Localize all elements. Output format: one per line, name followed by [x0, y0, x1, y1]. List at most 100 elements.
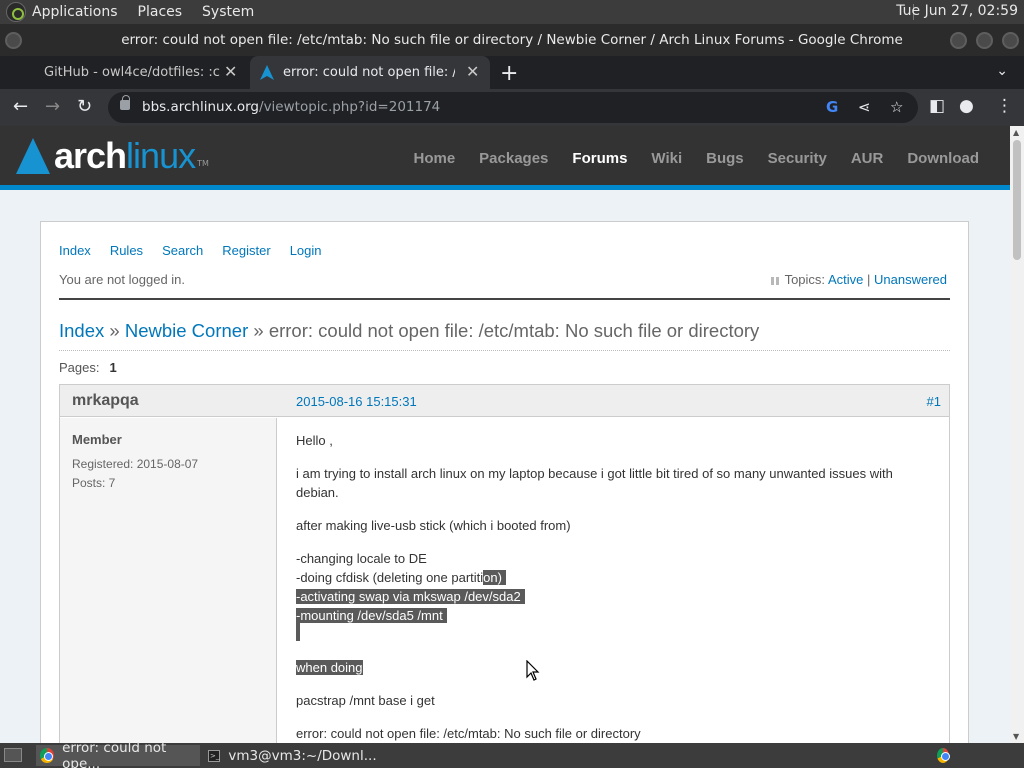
author-registered: Registered: 2015-08-07 — [72, 457, 199, 471]
post-header: mrkapqa 2015-08-16 15:15:31 #1 — [60, 385, 949, 417]
browser-toolbar: ← → ↻ bbs.archlinux.org/viewtopic.php?id… — [0, 89, 1024, 126]
author-role: Member — [72, 432, 122, 447]
mouse-cursor-icon — [526, 660, 540, 681]
reload-icon[interactable]: ↻ — [77, 96, 92, 117]
new-tab-icon[interactable]: + — [500, 61, 518, 86]
tab-label: GitHub - owl4ce/dotfiles: :che — [44, 65, 220, 80]
post-line: -doing cfdisk (deleting one partition) — [296, 568, 506, 587]
window-menu-icon[interactable] — [5, 32, 22, 49]
forum-content: Index Rules Search Register Login You ar… — [40, 221, 969, 743]
post-line: debian. — [296, 485, 339, 500]
crumb-separator: » — [109, 320, 120, 341]
author-info: Member Registered: 2015-08-07 Posts: 7 — [60, 418, 277, 743]
post-author[interactable]: mrkapqa — [72, 392, 139, 410]
taskbar-terminal-window[interactable]: >_ vm3@vm3:~/Downl... — [204, 745, 377, 766]
share-icon[interactable]: ⋖ — [858, 98, 871, 116]
terminal-icon: >_ — [208, 749, 221, 762]
selected-text: when doing — [296, 660, 363, 675]
crumb-newbie-corner[interactable]: Newbie Corner — [125, 320, 248, 341]
url-text[interactable]: bbs.archlinux.org/viewtopic.php?id=20117… — [142, 99, 440, 115]
trademark: TM — [197, 158, 209, 168]
crumb-index[interactable]: Index — [59, 320, 104, 341]
nav-security[interactable]: Security — [768, 150, 827, 167]
nav-forums[interactable]: Forums — [572, 150, 627, 167]
topics-grid-icon — [770, 276, 779, 285]
taskbar-chrome-window[interactable]: error: could not ope... — [36, 740, 200, 768]
menu-system[interactable]: System — [202, 4, 254, 20]
back-icon[interactable]: ← — [13, 96, 28, 117]
divider — [59, 298, 950, 300]
post-number-link[interactable]: #1 — [927, 394, 941, 409]
post-line: -changing locale to DE — [296, 551, 427, 566]
nav-packages[interactable]: Packages — [479, 150, 548, 167]
tray-chrome[interactable] — [937, 745, 957, 766]
profile-avatar-icon[interactable]: ● — [959, 96, 974, 116]
page-title: error: could not open file: /etc/mtab: N… — [268, 320, 760, 341]
minimize-icon[interactable] — [950, 32, 967, 49]
window-title-bar[interactable]: error: could not open file: /etc/mtab: N… — [0, 24, 1024, 56]
task-label: error: could not ope... — [62, 739, 167, 768]
forum-links: Index Rules Search Register Login — [59, 243, 341, 258]
link-unanswered[interactable]: Unanswered — [874, 272, 947, 287]
post-line — [296, 623, 300, 646]
link-index[interactable]: Index — [59, 243, 91, 258]
address-bar[interactable]: bbs.archlinux.org/viewtopic.php?id=20117… — [108, 92, 918, 123]
scroll-up-icon[interactable]: ▲ — [1013, 128, 1019, 137]
chrome-tray-icon — [937, 748, 950, 763]
topics-label: Topics: — [784, 272, 826, 287]
nav-home[interactable]: Home — [413, 150, 455, 167]
link-rules[interactable]: Rules — [110, 243, 143, 258]
tab-strip: GitHub - owl4ce/dotfiles: :che ✕ error: … — [0, 56, 1024, 89]
wordmark-arch: arch — [54, 135, 127, 176]
link-login[interactable]: Login — [290, 243, 322, 258]
nav-bugs[interactable]: Bugs — [706, 150, 744, 167]
link-active[interactable]: Active — [828, 272, 863, 287]
forward-icon[interactable]: → — [45, 96, 60, 117]
clock[interactable]: Tue Jun 27, 02:59 — [896, 3, 1018, 19]
pages-label: Pages: — [59, 360, 100, 375]
crumb-separator: » — [253, 320, 264, 341]
url-host: bbs.archlinux.org — [142, 99, 260, 115]
side-panel-icon[interactable]: ◧ — [929, 96, 945, 116]
tab-github[interactable]: GitHub - owl4ce/dotfiles: :che ✕ — [0, 56, 246, 89]
selected-text: -mounting /dev/sda5 /mnt — [296, 608, 447, 623]
link-search[interactable]: Search — [162, 243, 203, 258]
link-register[interactable]: Register — [222, 243, 270, 258]
arch-wordmark: archlinux — [54, 135, 196, 177]
tab-search-chevron-icon[interactable]: ⌄ — [996, 63, 1008, 79]
arch-nav: Home Packages Forums Wiki Bugs Security … — [389, 150, 979, 167]
url-path: /viewtopic.php?id=201174 — [259, 99, 441, 115]
arch-logo[interactable]: archlinux TM — [16, 135, 209, 177]
menu-applications[interactable]: Applications — [32, 4, 118, 20]
page-scrollbar[interactable]: ▲ ▼ — [1010, 126, 1024, 743]
close-window-icon[interactable] — [1002, 32, 1019, 49]
post-date-link[interactable]: 2015-08-16 15:15:31 — [296, 394, 417, 409]
menu-places[interactable]: Places — [138, 4, 183, 20]
kebab-menu-icon[interactable]: ⋮ — [996, 96, 1013, 116]
tab-arch-forum[interactable]: error: could not open file: /etc/ ✕ — [250, 56, 490, 89]
author-post-count: Posts: 7 — [72, 476, 116, 490]
post-line: pacstrap /mnt base i get — [296, 693, 435, 708]
scroll-down-icon[interactable]: ▼ — [1013, 732, 1019, 741]
close-tab-icon[interactable]: ✕ — [224, 62, 237, 81]
selected-blank — [296, 623, 300, 641]
bookmark-star-icon[interactable]: ☆ — [890, 98, 903, 116]
show-desktop-icon[interactable] — [4, 748, 22, 762]
nav-wiki[interactable]: Wiki — [651, 150, 682, 167]
wordmark-linux: linux — [126, 135, 196, 176]
distro-logo-icon[interactable] — [6, 2, 26, 22]
forum-post: mrkapqa 2015-08-16 15:15:31 #1 Member Re… — [59, 384, 950, 743]
arch-header: archlinux TM Home Packages Forums Wiki B… — [0, 126, 1010, 190]
page-viewport[interactable]: archlinux TM Home Packages Forums Wiki B… — [0, 126, 1010, 743]
nav-download[interactable]: Download — [907, 150, 979, 167]
maximize-icon[interactable] — [976, 32, 993, 49]
close-tab-icon[interactable]: ✕ — [466, 62, 479, 81]
google-icon[interactable]: G — [826, 98, 838, 116]
scrollbar-thumb[interactable] — [1013, 140, 1021, 260]
post-line: i am trying to install arch linux on my … — [296, 466, 893, 481]
nav-aur[interactable]: AUR — [851, 150, 884, 167]
breadcrumb: Index » Newbie Corner » error: could not… — [59, 320, 759, 342]
lock-icon[interactable] — [120, 95, 130, 110]
login-status: You are not logged in. — [59, 272, 186, 287]
arch-logo-icon — [16, 138, 50, 174]
